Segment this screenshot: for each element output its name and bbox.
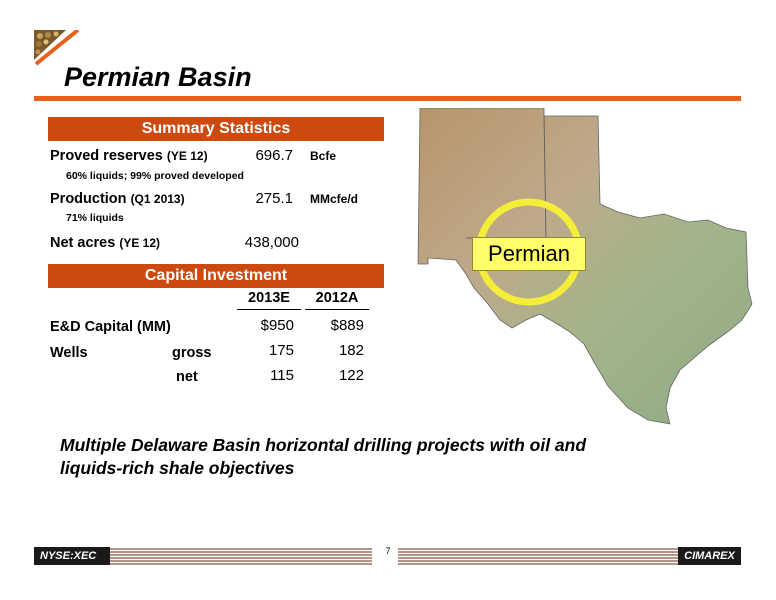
title-rule — [34, 96, 741, 101]
production-unit: MMcfe/d — [310, 192, 358, 206]
wells-net-2012a: 122 — [338, 367, 364, 384]
wells-label: Wells — [50, 345, 88, 361]
wells-gross-2013e: 175 — [268, 342, 294, 359]
proved-reserves-unit: Bcfe — [310, 149, 337, 163]
permian-callout: Permian — [472, 237, 586, 271]
page-number: 7 — [385, 546, 391, 556]
net-acres-label: Net acres (YE 12) — [50, 235, 161, 251]
wells-net-label: net — [176, 369, 198, 385]
summary-heading: Summary Statistics — [48, 117, 384, 141]
ed-capital-label: E&D Capital (MM) — [50, 319, 171, 335]
proved-reserves-label: Proved reserves (YE 12) — [50, 148, 208, 164]
column-header-2012a: 2012A — [315, 290, 359, 306]
ticker-symbol: NYSE:XEC — [34, 547, 110, 565]
proved-reserves-note: 60% liquids; 99% proved developed — [66, 170, 244, 182]
page-title: Permian Basin — [64, 62, 252, 92]
production-value: 275.1 — [255, 190, 293, 207]
brand-logo: CIMAREX — [678, 547, 741, 565]
column-underline — [237, 309, 301, 310]
company-logo — [34, 30, 84, 66]
wells-net-2013e: 115 — [270, 367, 294, 384]
capital-heading: Capital Investment — [48, 264, 384, 288]
wells-gross-label: gross — [172, 345, 212, 361]
net-acres-value: 438,000 — [244, 234, 299, 251]
proved-reserves-value: 696.7 — [255, 147, 293, 164]
column-header-2013e: 2013E — [248, 290, 290, 306]
ed-capital-2013e: $950 — [260, 317, 294, 334]
production-note: 71% liquids — [66, 212, 124, 224]
wells-gross-2012a: 182 — [338, 342, 364, 359]
summary-tagline: Multiple Delaware Basin horizontal drill… — [60, 435, 587, 478]
column-underline — [305, 309, 369, 310]
ed-capital-2012a: $889 — [330, 317, 364, 334]
production-label: Production (Q1 2013) — [50, 191, 185, 207]
